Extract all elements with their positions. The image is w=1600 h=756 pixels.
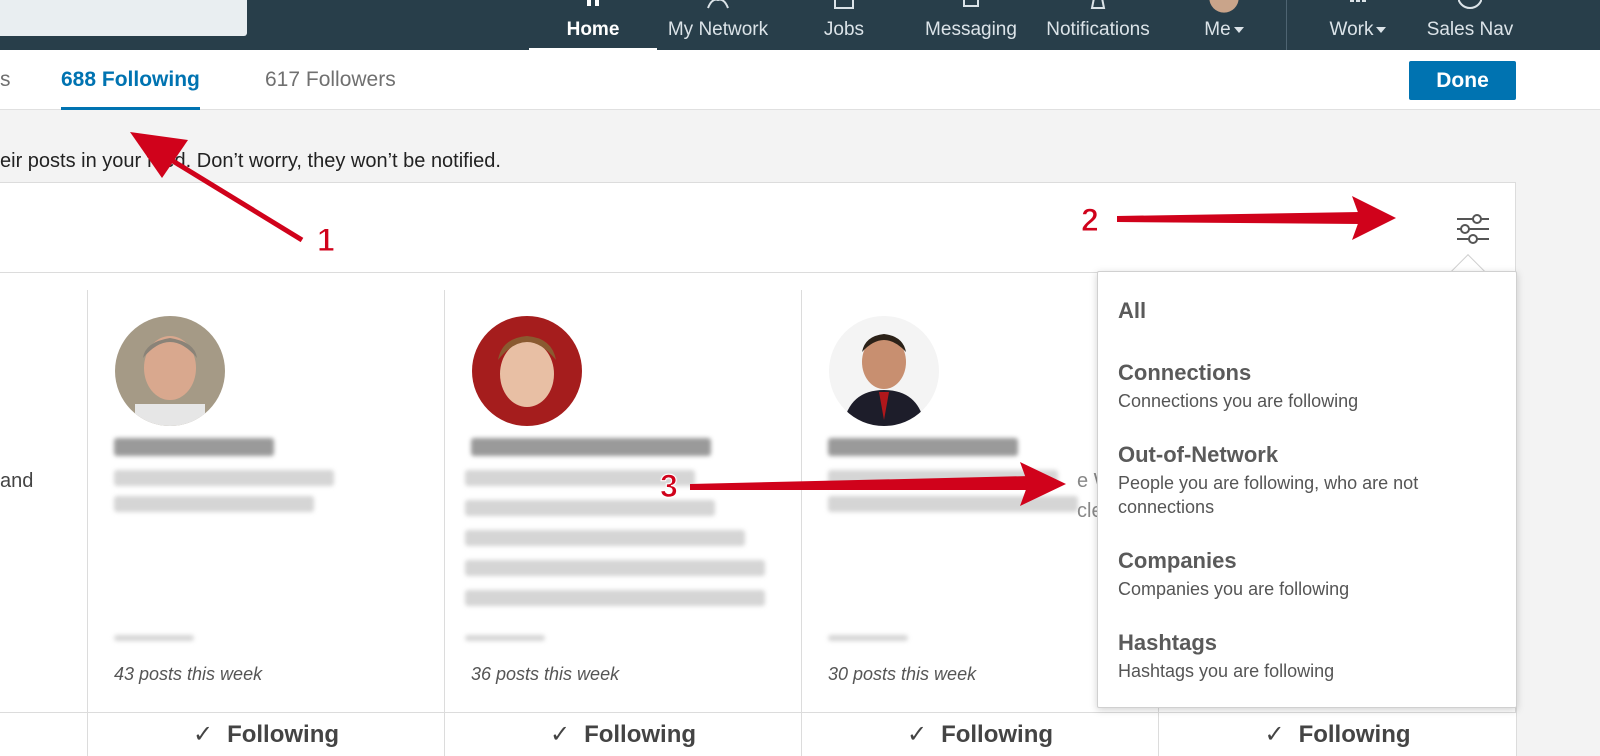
posts-count: 36 posts this week <box>471 664 620 684</box>
tab-partial[interactable]: s <box>0 68 11 110</box>
nav-messaging[interactable]: Messaging <box>918 0 1024 50</box>
person-headline-blurred <box>114 496 314 512</box>
bell-icon <box>1090 0 1106 9</box>
check-icon: ✓ <box>1264 721 1285 748</box>
tab-followers[interactable]: 617 Followers <box>265 68 396 110</box>
filter-dropdown: All Connections Connections you are foll… <box>1097 271 1517 708</box>
nav-me-label: Me <box>1204 19 1231 40</box>
filter-option-hashtags[interactable]: Hashtags Hashtags you are following <box>1118 630 1478 683</box>
compass-icon <box>1458 0 1482 9</box>
following-label: Following <box>1298 720 1411 748</box>
nav-messaging-label: Messaging <box>925 19 1017 40</box>
filter-option-title: Companies <box>1118 548 1237 573</box>
person-name-blurred <box>114 438 274 456</box>
avatar <box>1209 0 1239 13</box>
grid-icon <box>1350 0 1366 2</box>
card-footer <box>0 712 88 756</box>
filter-option-title: All <box>1118 298 1147 323</box>
following-toggle-button[interactable]: ✓ Following <box>1159 712 1517 756</box>
person-meta-blurred <box>465 635 545 641</box>
filter-option-desc: Companies you are following <box>1118 579 1350 599</box>
nav-work[interactable]: Work <box>1318 0 1398 50</box>
posts-count: 30 posts this week <box>828 664 977 684</box>
nav-me[interactable]: Me <box>1190 0 1258 50</box>
nav-notifications-label: Notifications <box>1046 19 1150 40</box>
home-icon <box>587 0 599 6</box>
check-icon: ✓ <box>906 721 928 748</box>
nav-notifications[interactable]: Notifications <box>1038 0 1158 50</box>
following-label: Following <box>941 720 1054 748</box>
filter-option-desc: Hashtags you are following <box>1118 661 1335 681</box>
annotation-label: 1 <box>317 222 336 259</box>
person-card: 43 posts this week <box>88 290 445 712</box>
filter-option-title: Out-of-Network <box>1118 442 1279 467</box>
filter-icon[interactable] <box>1455 213 1491 245</box>
card-text-partial: and <box>0 470 34 492</box>
filter-option-companies[interactable]: Companies Companies you are following <box>1118 548 1478 601</box>
annotation-label: 2 <box>1081 202 1100 239</box>
person-card <box>0 290 88 712</box>
nav-sales-nav[interactable]: Sales Nav <box>1420 0 1520 50</box>
search-input[interactable] <box>0 0 247 36</box>
messaging-icon <box>963 0 979 7</box>
person-meta-blurred <box>828 635 908 641</box>
panel-header <box>0 183 1516 273</box>
annotation-label: 3 <box>660 468 679 505</box>
filter-option-out-of-network[interactable]: Out-of-Network People you are following,… <box>1118 442 1478 519</box>
nav-work-label: Work <box>1329 19 1374 40</box>
jobs-icon <box>834 0 854 9</box>
nav-my-network[interactable]: My Network <box>658 0 778 50</box>
person-name-blurred <box>828 438 1018 456</box>
tab-following[interactable]: 688 Following <box>61 68 200 110</box>
nav-home[interactable]: Home <box>529 0 657 50</box>
person-headline-blurred <box>465 530 745 546</box>
filter-option-connections[interactable]: Connections Connections you are followin… <box>1118 360 1478 413</box>
following-toggle-button[interactable]: ✓ Following <box>802 712 1159 756</box>
filter-option-desc: Connections you are following <box>1118 391 1359 411</box>
following-toggle-button[interactable]: ✓ Following <box>88 712 445 756</box>
following-label: Following <box>227 720 340 748</box>
check-icon: ✓ <box>549 721 571 748</box>
filter-option-desc: People you are following, who are not co… <box>1118 473 1419 517</box>
person-meta-blurred <box>114 635 194 641</box>
posts-count: 43 posts this week <box>114 664 263 684</box>
person-card: 36 posts this week <box>445 290 802 712</box>
person-headline-blurred <box>828 470 1058 486</box>
avatar[interactable] <box>115 316 225 426</box>
avatar[interactable] <box>829 316 939 426</box>
avatar[interactable] <box>472 316 582 426</box>
info-text: eir posts in your feed. Don’t worry, the… <box>0 150 501 172</box>
nav-home-label: Home <box>566 19 620 40</box>
check-icon: ✓ <box>192 721 214 748</box>
network-icon <box>707 0 729 9</box>
subheader: s 688 Following 617 Followers Done <box>0 50 1600 110</box>
filter-option-title: Connections <box>1118 360 1252 385</box>
top-nav: Home My Network Jobs Messaging Notificat… <box>0 0 1600 50</box>
person-headline-blurred <box>828 496 1078 512</box>
nav-my-network-label: My Network <box>667 19 769 40</box>
filter-option-all[interactable]: All <box>1118 298 1146 324</box>
person-headline-blurred <box>114 470 334 486</box>
nav-sales-nav-label: Sales Nav <box>1426 19 1514 40</box>
person-headline-blurred <box>465 560 765 576</box>
nav-divider <box>1286 0 1287 50</box>
person-name-blurred <box>471 438 711 456</box>
nav-jobs[interactable]: Jobs <box>800 0 888 50</box>
following-label: Following <box>584 720 697 748</box>
following-toggle-button[interactable]: ✓ Following <box>445 712 802 756</box>
done-button[interactable]: Done <box>1409 61 1516 100</box>
filter-option-title: Hashtags <box>1118 630 1218 655</box>
chevron-down-icon <box>1233 26 1244 33</box>
chevron-down-icon <box>1376 26 1387 33</box>
nav-jobs-label: Jobs <box>823 19 865 40</box>
person-headline-blurred <box>465 590 765 606</box>
